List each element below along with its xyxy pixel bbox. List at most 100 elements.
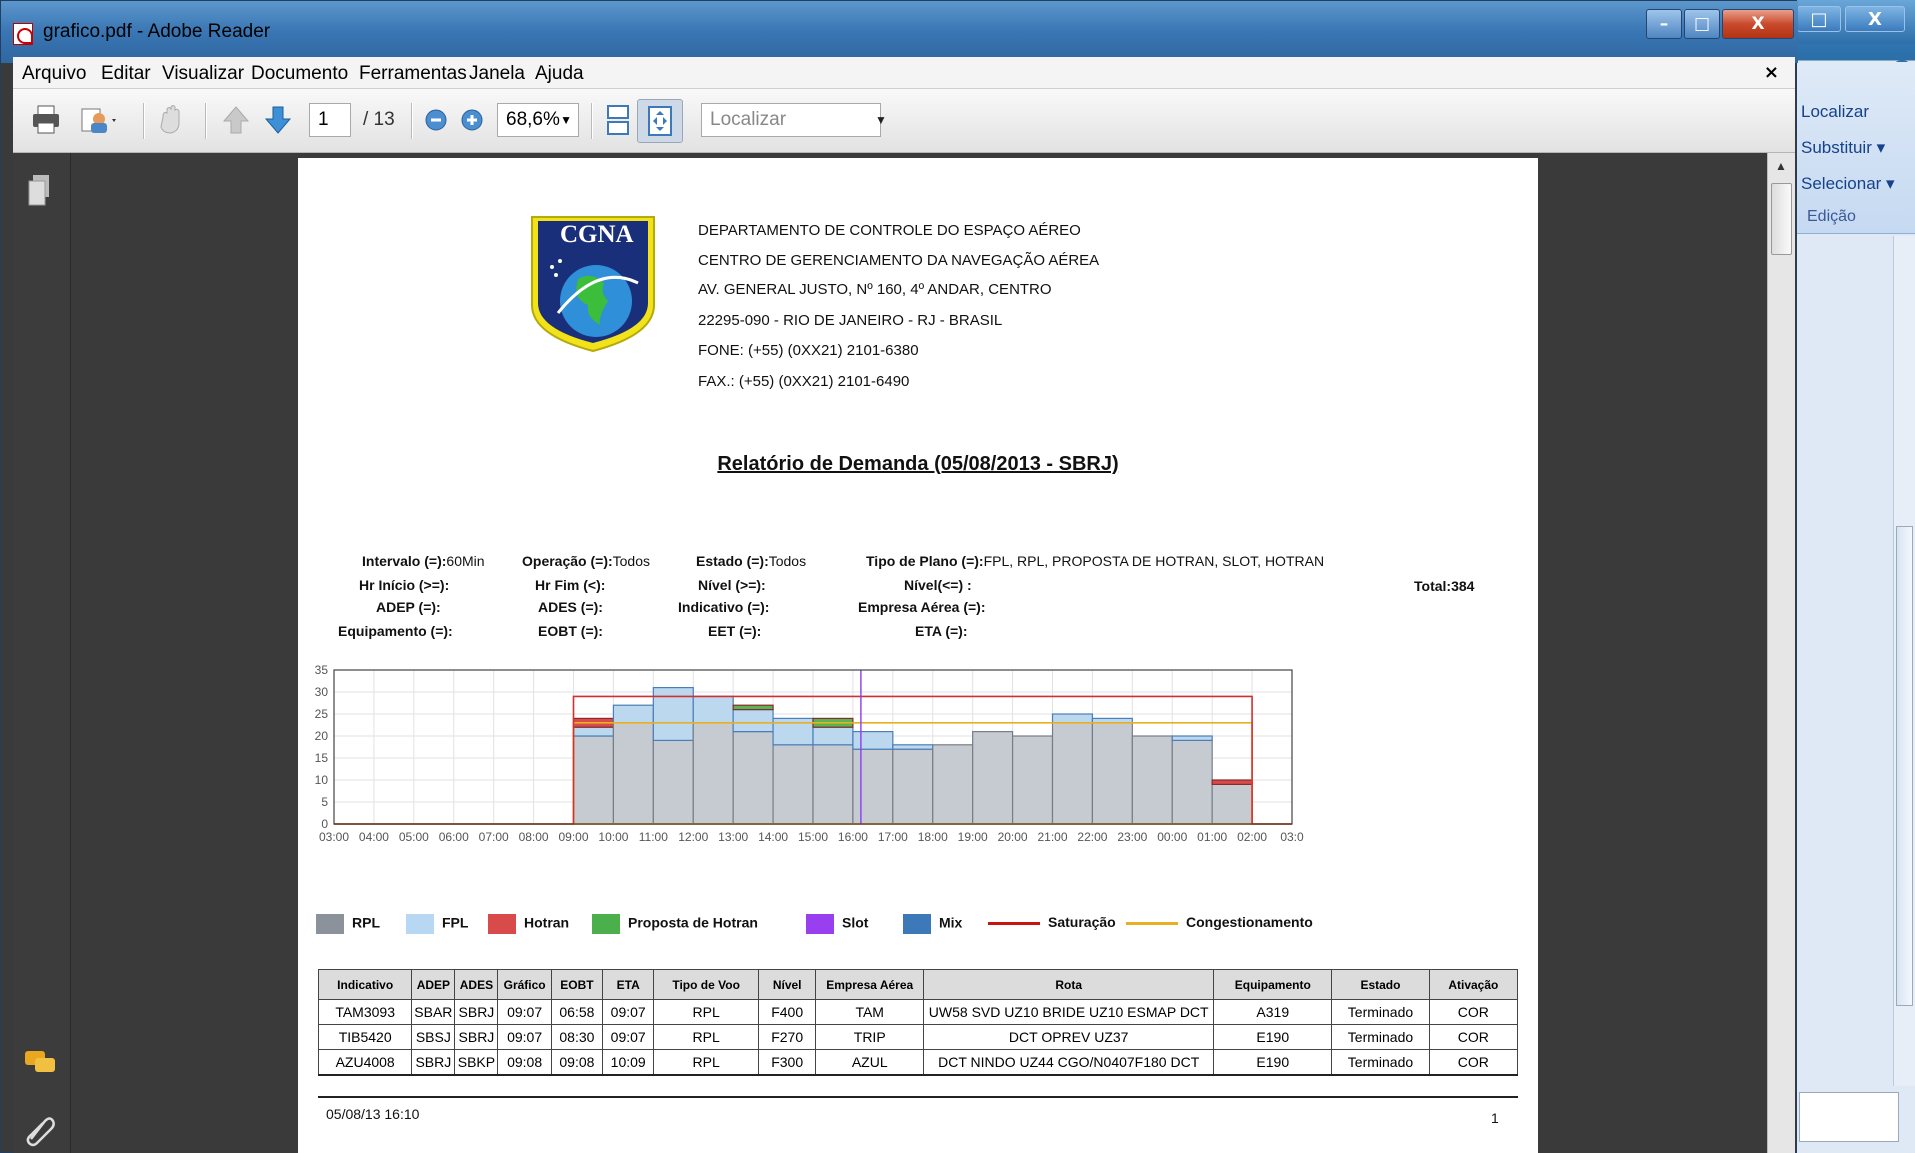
header-line: DEPARTAMENTO DE CONTROLE DO ESPAÇO AÉREO — [698, 222, 1081, 239]
bar-fpl — [1051, 713, 1094, 724]
zoom-in-icon[interactable] — [459, 103, 485, 137]
maximize-button[interactable]: □ — [1684, 9, 1720, 39]
table-cell: AZUL — [815, 1049, 925, 1076]
next-page-icon[interactable] — [263, 103, 293, 137]
column-header[interactable]: Rota — [923, 969, 1215, 1000]
table-cell: COR — [1428, 1049, 1519, 1076]
document-close-icon[interactable]: × — [1764, 62, 1779, 83]
hand-tool-icon[interactable] — [157, 103, 187, 137]
x-tick-label: 01:00 — [1197, 830, 1227, 844]
menu-janela[interactable]: Janela — [469, 63, 525, 85]
column-header[interactable]: Nível — [757, 969, 817, 1000]
attachments-icon[interactable] — [23, 1113, 57, 1147]
bar-fpl — [572, 726, 615, 737]
table-cell: UW58 SVD UZ10 BRIDE UZ10 ESMAP DCT — [923, 999, 1215, 1025]
toolbar-separator — [411, 103, 413, 139]
fit-page-button[interactable] — [637, 99, 683, 143]
find-input[interactable]: Localizar — [701, 103, 881, 137]
table-cell: F300 — [757, 1049, 817, 1076]
x-tick-label: 02:00 — [1237, 830, 1267, 844]
bar-hotran — [1211, 779, 1253, 786]
menu-documento[interactable]: Documento — [251, 63, 348, 85]
background-scrollbar[interactable] — [1893, 236, 1915, 1086]
zoom-level-select[interactable]: 68,6% ▼ — [497, 103, 579, 137]
background-window: □ X ? Localizar Substituir ▾ Selecionar … — [1785, 0, 1915, 1153]
column-header[interactable]: Equipamento — [1213, 969, 1333, 1000]
background-panel — [1799, 1092, 1899, 1142]
x-tick-label: 19:00 — [958, 830, 988, 844]
header-line: FAX.: (+55) (0XX21) 2101-6490 — [698, 373, 910, 390]
find-command[interactable]: Localizar — [1801, 102, 1869, 122]
x-tick-label: 15:00 — [798, 830, 828, 844]
table-body: TAM3093 SBAR SBRJ 09:07 06:58 09:07 RPL F400 TAM… — [317, 999, 1519, 1076]
bar-rpl — [1171, 739, 1213, 825]
report-title: Relatório de Demanda (05/08/2013 - SBRJ) — [717, 453, 1119, 475]
minimize-button[interactable]: – — [1646, 9, 1682, 39]
table-cell: COR — [1428, 999, 1519, 1025]
zoom-out-icon[interactable] — [423, 103, 449, 137]
x-tick-label: 06:00 — [439, 830, 469, 844]
bar-fpl — [732, 708, 774, 733]
legend-label: Proposta de Hotran — [628, 914, 758, 931]
menu-arquivo[interactable]: Arquivo — [22, 63, 86, 85]
bar-rpl — [1011, 735, 1054, 825]
menu-editar[interactable]: Editar — [101, 63, 151, 85]
bar-rpl — [932, 744, 974, 825]
filter-value: FPL, RPL, PROPOSTA DE HOTRAN, SLOT, HOTR… — [983, 553, 1325, 569]
scroll-mode-icon[interactable] — [603, 103, 633, 137]
column-header[interactable]: EOBT — [550, 969, 604, 1000]
table-cell: TIB5420 — [317, 1024, 413, 1050]
scroll-up-icon[interactable]: ▲ — [1775, 159, 1787, 173]
x-tick-label: 22:00 — [1077, 830, 1107, 844]
table-cell: COR — [1428, 1024, 1519, 1050]
previous-page-icon[interactable] — [221, 103, 251, 137]
legend-item: Mix — [903, 914, 962, 934]
background-restore-button[interactable]: □ — [1797, 6, 1841, 32]
column-header[interactable]: Indicativo — [317, 969, 413, 1000]
legend-item: RPL — [316, 914, 380, 934]
background-scroll-thumb[interactable] — [1896, 526, 1913, 1006]
filter-label: Hr Fim (<): — [535, 577, 606, 593]
y-tick-label: 30 — [315, 685, 329, 699]
share-icon[interactable] — [79, 103, 121, 137]
x-tick-label: 16:00 — [838, 830, 868, 844]
legend-item: Saturação — [988, 914, 1116, 930]
menu-visualizar[interactable]: Visualizar — [162, 63, 244, 85]
column-header[interactable]: Estado — [1331, 969, 1430, 1000]
column-header[interactable]: ADES — [454, 969, 499, 1000]
column-header[interactable]: ETA — [602, 969, 655, 1000]
find-dropdown-icon[interactable]: ▼ — [875, 113, 887, 127]
vertical-scrollbar[interactable]: ▲ — [1767, 153, 1795, 1153]
column-header[interactable]: ADEP — [411, 969, 456, 1000]
bar-fpl — [852, 730, 894, 750]
x-tick-label: 10:00 — [598, 830, 628, 844]
page-number-input[interactable]: 1 — [309, 103, 351, 137]
scroll-thumb[interactable] — [1771, 183, 1792, 255]
print-icon[interactable] — [31, 103, 61, 137]
column-header[interactable]: Empresa Aérea — [815, 969, 925, 1000]
legend-swatch — [903, 914, 931, 934]
table-cell: SBRJ — [411, 1049, 456, 1076]
bar-rpl — [1211, 783, 1253, 825]
select-command[interactable]: Selecionar ▾ — [1801, 174, 1895, 194]
demand-chart: 0 5 10 15 20 25 30 35 03:00 04:00 05:00 06:00 07:00 0… — [315, 663, 1304, 844]
column-header[interactable]: Ativação — [1428, 969, 1519, 1000]
table-cell: RPL — [653, 1024, 759, 1050]
background-close-button[interactable]: X — [1845, 6, 1905, 32]
legend-swatch — [488, 914, 516, 934]
table-row: TAM3093 SBAR SBRJ 09:07 06:58 09:07 RPL F400 TAM… — [317, 999, 1519, 1025]
filter-label: Intervalo (=):60Min — [362, 553, 485, 569]
table-cell: Terminado — [1331, 1049, 1430, 1076]
legend-swatch — [806, 914, 834, 934]
table-cell: RPL — [653, 1049, 759, 1076]
close-button[interactable]: X — [1722, 9, 1794, 39]
menu-ferramentas[interactable]: Ferramentas — [359, 63, 467, 85]
menu-ajuda[interactable]: Ajuda — [535, 63, 584, 85]
comments-icon[interactable] — [23, 1048, 57, 1078]
column-header[interactable]: Tipo de Voo — [653, 969, 759, 1000]
replace-command[interactable]: Substituir ▾ — [1801, 138, 1885, 158]
pdf-app-icon — [13, 23, 33, 45]
pages-panel-icon[interactable] — [25, 173, 55, 209]
y-tick-label: 10 — [315, 773, 329, 787]
column-header[interactable]: Gráfico — [497, 969, 552, 1000]
